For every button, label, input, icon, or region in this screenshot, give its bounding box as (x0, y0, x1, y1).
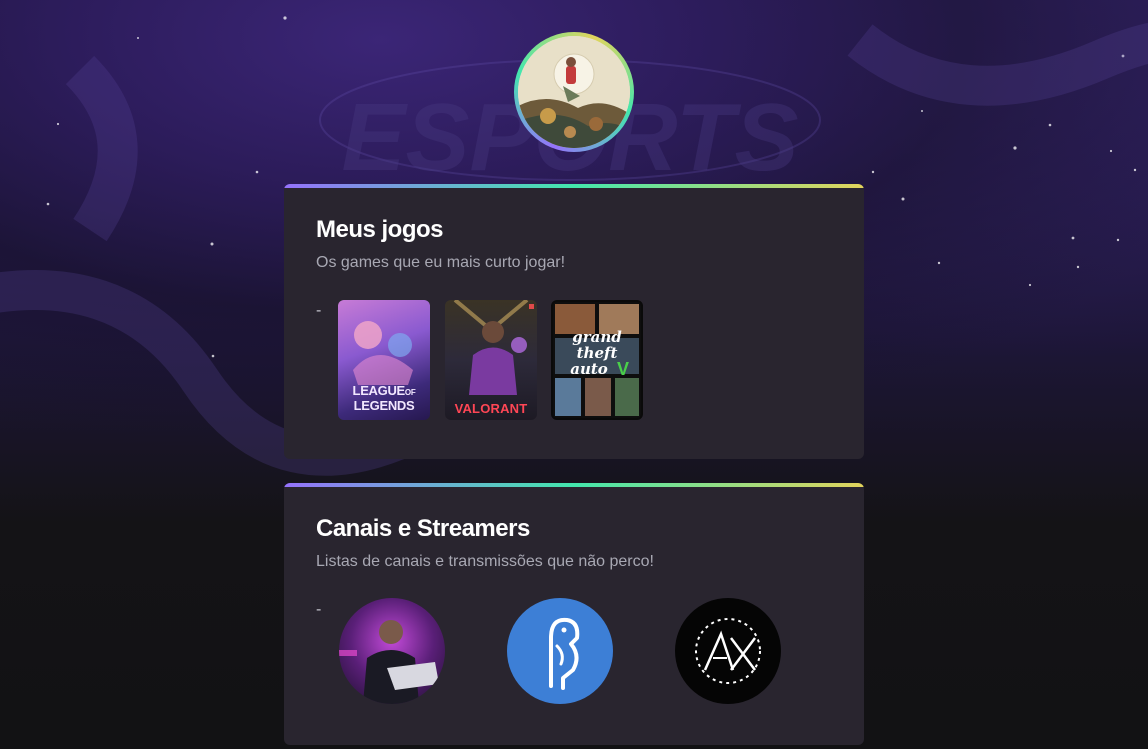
lol-label-of: OF (404, 388, 416, 397)
games-list-bullet: - (316, 302, 322, 319)
game-card-gta-v[interactable]: grand theft auto V (551, 300, 643, 420)
lol-label-line2: LEGENDS (353, 398, 415, 413)
profile-avatar-ring (514, 32, 634, 152)
channels-section-title: Canais e Streamers (316, 515, 530, 542)
gta-label-numeral: V (616, 359, 629, 379)
lol-label-line1: LEAGUE (352, 383, 406, 398)
streamer-1-photo (339, 620, 439, 704)
channels-card: Canais e Streamers Listas de canais e tr… (284, 483, 864, 745)
channel-avatar-streamer-2[interactable] (507, 598, 613, 704)
games-section-title: Meus jogos (316, 216, 444, 243)
valorant-label: VALORANT (454, 401, 528, 416)
profile-avatar (518, 36, 630, 148)
channel-avatar-streamer-3[interactable] (675, 598, 781, 704)
game-card-league-of-legends[interactable]: LEAGUEOF LEGENDS (338, 300, 430, 420)
game-card-valorant[interactable]: VALORANT (445, 300, 537, 420)
channels-list-bullet: - (316, 601, 322, 618)
gta-label-line1: grand (572, 328, 622, 346)
channels-section-subtitle: Listas de canais e transmissões que não … (316, 553, 654, 570)
page-background: ESPORTS Meus jogos Os games que eu mais … (0, 0, 1148, 749)
games-card: Meus jogos Os games que eu mais curto jo… (284, 184, 864, 459)
channel-avatar-streamer-1[interactable] (339, 598, 445, 704)
avatar-illustration (518, 36, 630, 148)
games-section-subtitle: Os games que eu mais curto jogar! (316, 254, 566, 271)
parrot-logo-icon (549, 617, 580, 690)
axe-logo-icon (695, 618, 761, 684)
